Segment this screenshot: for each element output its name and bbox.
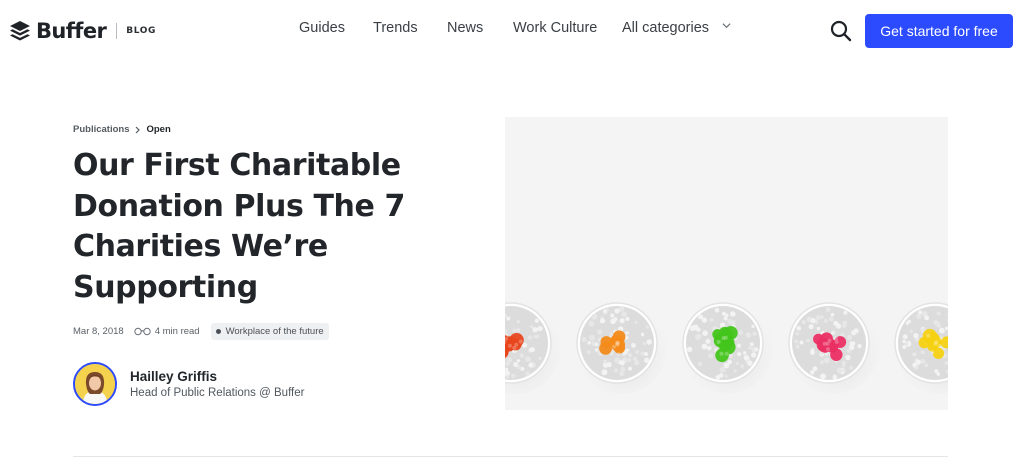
flower-pot xyxy=(505,302,561,394)
flower-pot xyxy=(893,302,948,394)
flower-pots-image xyxy=(505,117,948,410)
nav-trends[interactable]: Trends xyxy=(373,20,418,36)
blog-label: BLOG xyxy=(126,26,156,36)
article-title: Our First Charitable Donation Plus The 7… xyxy=(73,148,405,305)
nav-news[interactable]: News xyxy=(447,20,483,36)
category-tag[interactable]: Workplace of the future xyxy=(210,323,329,340)
author-info: Hailley Griffis Head of Public Relations… xyxy=(130,369,304,399)
search-icon[interactable] xyxy=(829,19,853,43)
author-avatar[interactable] xyxy=(73,362,117,406)
section-divider xyxy=(73,456,948,457)
author-role: Head of Public Relations @ Buffer xyxy=(130,387,305,399)
breadcrumb: Publications Open xyxy=(73,124,171,135)
buffer-logo-link[interactable]: Buffer BLOG xyxy=(9,18,156,44)
chevron-right-icon xyxy=(136,126,141,133)
get-started-button[interactable]: Get started for free xyxy=(865,14,1013,48)
tag-dot-icon xyxy=(215,329,221,334)
logo-divider xyxy=(116,23,118,39)
flower-pot xyxy=(787,302,879,394)
nav-guides[interactable]: Guides xyxy=(299,20,345,36)
breadcrumb-publications[interactable]: Publications xyxy=(73,124,129,135)
read-time: 4 min read xyxy=(154,326,200,337)
buffer-stack-logo-icon xyxy=(10,21,30,41)
author-block: Hailley Griffis Head of Public Relations… xyxy=(73,362,304,406)
flower-pot xyxy=(681,302,773,394)
flower-pot xyxy=(575,302,667,394)
category-tag-label: Workplace of the future xyxy=(225,326,324,337)
article-meta: Mar 8, 2018 4 min read Workplace of the … xyxy=(73,323,329,340)
nav-work-culture[interactable]: Work Culture xyxy=(513,20,597,36)
author-name[interactable]: Hailley Griffis xyxy=(130,369,304,384)
site-header: Buffer BLOG Guides Trends News Work Cult… xyxy=(0,0,1024,62)
publish-date: Mar 8, 2018 xyxy=(73,326,124,337)
nav-all-categories[interactable]: All categories xyxy=(622,20,731,36)
flower-pots-illustration xyxy=(505,302,948,394)
author-photo-icon xyxy=(75,364,115,404)
nav-all-categories-label: All categories xyxy=(622,20,710,36)
brand-name: Buffer xyxy=(36,19,107,43)
breadcrumb-open[interactable]: Open xyxy=(146,124,170,135)
chevron-down-icon xyxy=(722,23,731,29)
reading-glasses-icon xyxy=(134,327,151,336)
